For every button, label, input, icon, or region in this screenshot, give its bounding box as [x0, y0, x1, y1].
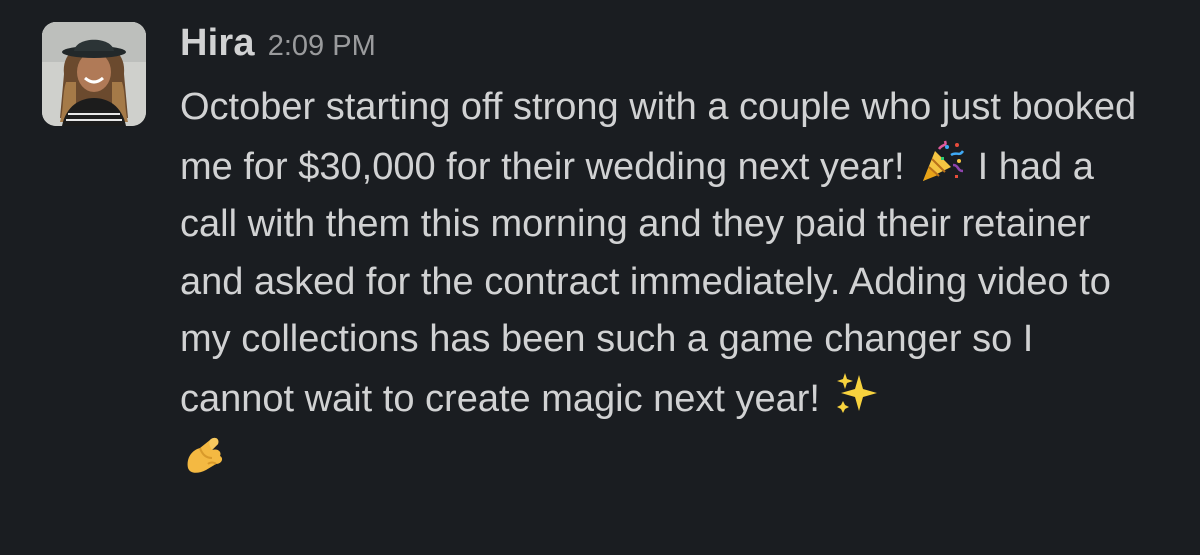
sender-name[interactable]: Hira — [180, 22, 255, 65]
avatar[interactable] — [42, 22, 146, 126]
pinching-hand-icon — [180, 428, 228, 476]
party-popper-icon — [917, 137, 965, 185]
message-header: Hira 2:09 PM — [180, 22, 1170, 80]
message-content: Hira 2:09 PM October starting off strong… — [180, 22, 1170, 485]
chat-message: Hira 2:09 PM October starting off strong… — [0, 0, 1200, 555]
message-timestamp[interactable]: 2:09 PM — [268, 30, 376, 63]
message-body: October starting off strong with a coupl… — [180, 79, 1155, 485]
sparkles-icon — [833, 369, 881, 417]
user-avatar-icon — [42, 22, 146, 126]
